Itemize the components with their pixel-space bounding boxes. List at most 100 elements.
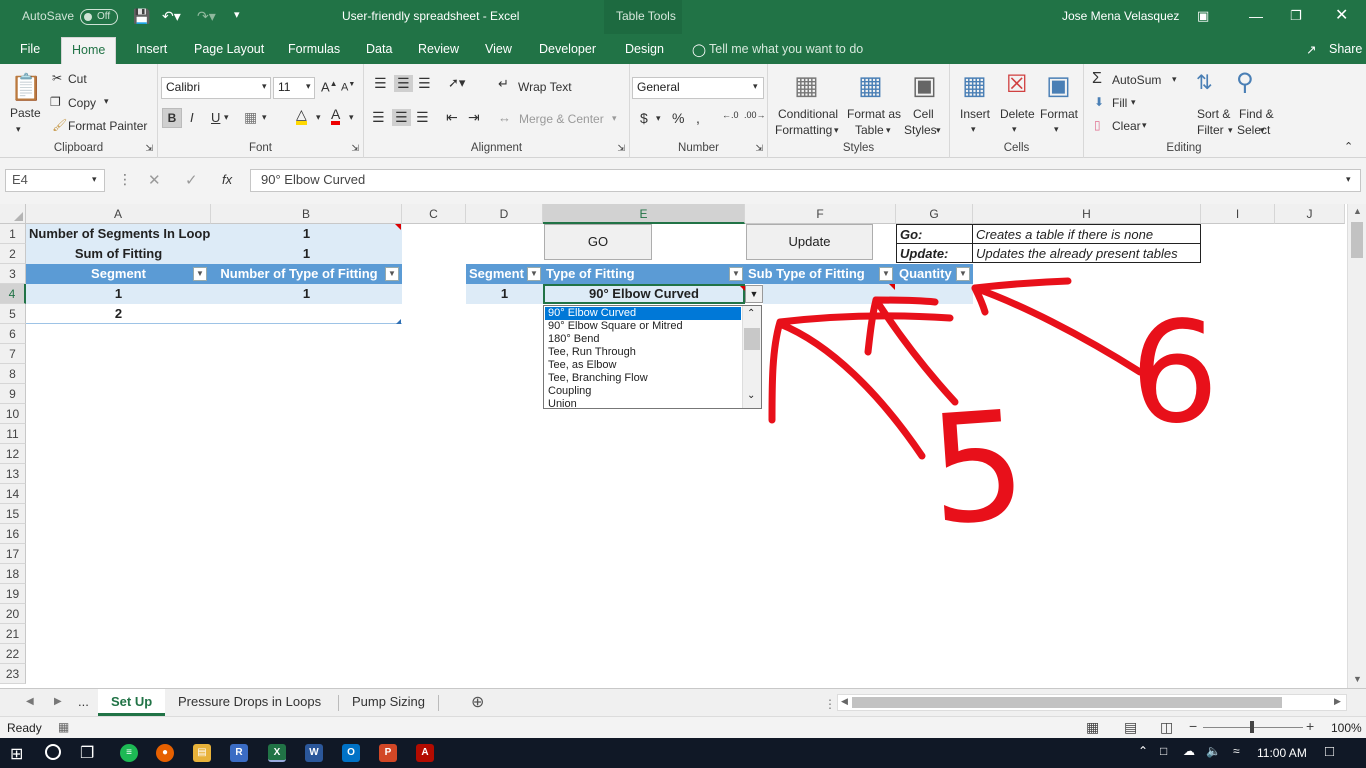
find-select-line1[interactable]: Find & bbox=[1239, 107, 1274, 121]
worksheet-grid[interactable]: A B C D E F G H I J 1 2 3 4 5 6 7 8 9 10… bbox=[0, 204, 1366, 688]
cut-icon[interactable]: ✂ bbox=[52, 71, 62, 85]
zoom-in-icon[interactable]: + bbox=[1306, 718, 1314, 734]
cut-button[interactable]: Cut bbox=[68, 72, 87, 86]
sheet-tab-pressure-drops[interactable]: Pressure Drops in Loops bbox=[178, 694, 321, 709]
customize-qat-icon[interactable]: ▾ bbox=[234, 8, 240, 21]
onedrive-icon[interactable]: ☁ bbox=[1183, 744, 1195, 758]
scroll-thumb[interactable] bbox=[1351, 222, 1363, 258]
clear-button[interactable]: Clear bbox=[1112, 119, 1141, 133]
number-format-box[interactable]: General bbox=[632, 77, 764, 99]
format-as-table-icon[interactable]: ▦ bbox=[858, 70, 883, 101]
more-sheets-button[interactable]: ... bbox=[78, 694, 89, 709]
format-painter-icon[interactable]: 🖌 bbox=[52, 118, 67, 132]
wrap-text-icon[interactable]: ↵ bbox=[498, 76, 509, 92]
normal-view-icon[interactable]: ▦ bbox=[1086, 719, 1099, 736]
format-as-table-dropdown-icon[interactable]: ▾ bbox=[886, 125, 891, 136]
cancel-icon[interactable]: ✕ bbox=[148, 171, 161, 189]
enter-icon[interactable]: ✓ bbox=[185, 171, 198, 189]
clear-dropdown-icon[interactable]: ▾ bbox=[1142, 120, 1147, 131]
powerpoint-icon[interactable]: P bbox=[379, 744, 397, 762]
excel-taskbar-icon[interactable]: X bbox=[268, 744, 286, 762]
font-name-box[interactable]: Calibri bbox=[161, 77, 271, 99]
tab-developer[interactable]: Developer bbox=[539, 42, 596, 56]
align-right-icon[interactable]: ☰ bbox=[416, 109, 429, 126]
find-select-line2[interactable]: Select bbox=[1237, 123, 1270, 137]
fill-dropdown-icon[interactable]: ▾ bbox=[1131, 97, 1136, 108]
sort-filter-line1[interactable]: Sort & bbox=[1197, 107, 1230, 121]
align-top-icon[interactable]: ☰ bbox=[374, 75, 387, 92]
name-box[interactable]: E4 bbox=[5, 169, 105, 192]
dialog-launcher-icon[interactable]: ⇲ bbox=[617, 143, 625, 154]
autosum-button[interactable]: AutoSum bbox=[1112, 73, 1161, 87]
sort-filter-line2[interactable]: Filter bbox=[1197, 123, 1224, 137]
restore-icon[interactable]: ❐ bbox=[1290, 8, 1302, 24]
cell-styles-line1[interactable]: Cell bbox=[913, 107, 934, 121]
macro-record-icon[interactable]: ▦ bbox=[58, 720, 69, 734]
autosum-icon[interactable]: Σ bbox=[1092, 70, 1102, 88]
tell-me-box[interactable]: Tell me what you want to do bbox=[709, 42, 863, 56]
cell-styles-dropdown-icon[interactable]: ▾ bbox=[936, 125, 941, 136]
orientation-icon[interactable]: ➚▾ bbox=[448, 75, 465, 91]
decrease-decimal-icon[interactable]: .00→ bbox=[744, 110, 766, 120]
merge-icon[interactable]: ↔ bbox=[498, 110, 511, 125]
dialog-launcher-icon[interactable]: ⇲ bbox=[755, 143, 763, 154]
copy-icon[interactable]: ❐ bbox=[50, 95, 61, 109]
tab-file[interactable]: File bbox=[20, 42, 40, 56]
tab-home[interactable]: Home bbox=[61, 37, 117, 64]
underline-button[interactable]: U bbox=[211, 110, 220, 125]
merge-dropdown-icon[interactable]: ▾ bbox=[612, 113, 617, 124]
scroll-up-icon[interactable]: ▲ bbox=[1353, 206, 1362, 216]
autosave-toggle[interactable]: Off bbox=[80, 9, 118, 25]
paste-dropdown-icon[interactable]: ▾ bbox=[16, 124, 21, 135]
horizontal-scrollbar[interactable]: ◀ ▶ bbox=[837, 694, 1347, 711]
fill-button[interactable]: Fill bbox=[1112, 96, 1127, 110]
copy-button[interactable]: Copy bbox=[68, 96, 96, 110]
tab-page-layout[interactable]: Page Layout bbox=[194, 42, 264, 56]
word-icon[interactable]: W bbox=[305, 744, 323, 762]
decrease-indent-icon[interactable]: ⇤ bbox=[446, 109, 458, 126]
cell-styles-line2[interactable]: Styles bbox=[904, 123, 937, 137]
format-painter-button[interactable]: Format Painter bbox=[68, 119, 147, 133]
format-cells-button[interactable]: Format bbox=[1040, 107, 1078, 121]
share-button[interactable]: Share bbox=[1329, 42, 1362, 56]
paste-button[interactable]: Paste bbox=[10, 106, 41, 120]
scroll-right-icon[interactable]: ▶ bbox=[1334, 696, 1341, 707]
copy-dropdown-icon[interactable]: ▾ bbox=[104, 96, 109, 107]
conditional-formatting-line2[interactable]: Formatting bbox=[775, 123, 832, 137]
conditional-formatting-line1[interactable]: Conditional bbox=[778, 107, 838, 121]
delete-dropdown-icon[interactable]: ▾ bbox=[1012, 124, 1017, 135]
font-size-dropdown-icon[interactable]: ▾ bbox=[306, 81, 311, 92]
borders-dropdown-icon[interactable]: ▾ bbox=[262, 112, 267, 123]
underline-dropdown-icon[interactable]: ▾ bbox=[224, 112, 229, 123]
tab-review[interactable]: Review bbox=[418, 42, 459, 56]
split-handle-icon[interactable]: ⋮ bbox=[824, 697, 836, 711]
currency-dropdown-icon[interactable]: ▾ bbox=[656, 113, 661, 124]
save-icon[interactable]: 💾 bbox=[133, 8, 150, 25]
sort-filter-icon[interactable]: ⇅ bbox=[1196, 70, 1213, 95]
file-explorer-icon[interactable]: ▤ bbox=[193, 744, 211, 762]
insert-cells-button[interactable]: Insert bbox=[960, 107, 990, 121]
fill-icon[interactable]: ⬇ bbox=[1094, 95, 1104, 109]
tab-view[interactable]: View bbox=[485, 42, 512, 56]
start-icon[interactable]: ⊞ bbox=[10, 744, 23, 764]
eraser-icon[interactable]: ▯ bbox=[1094, 118, 1101, 132]
align-middle-icon[interactable]: ☰ bbox=[394, 75, 413, 92]
zoom-slider-thumb[interactable] bbox=[1250, 721, 1254, 733]
firefox-icon[interactable]: ● bbox=[156, 744, 174, 762]
merge-center-button[interactable]: Merge & Center bbox=[519, 112, 604, 126]
cortana-icon[interactable] bbox=[45, 744, 61, 760]
font-color-icon[interactable]: A bbox=[331, 107, 341, 125]
format-cells-icon[interactable]: ▣ bbox=[1046, 70, 1071, 101]
share-icon[interactable]: ↗ bbox=[1306, 42, 1316, 57]
close-icon[interactable]: ✕ bbox=[1335, 5, 1348, 25]
delete-cells-icon[interactable]: ☒ bbox=[1006, 70, 1028, 99]
wrap-text-button[interactable]: Wrap Text bbox=[518, 80, 572, 94]
fill-color-dropdown-icon[interactable]: ▾ bbox=[316, 112, 321, 123]
zoom-out-icon[interactable]: − bbox=[1189, 718, 1197, 734]
next-sheet-icon[interactable]: ▶ bbox=[54, 696, 62, 707]
page-layout-view-icon[interactable]: ▤ bbox=[1124, 719, 1137, 736]
sheet-tab-set-up[interactable]: Set Up bbox=[98, 689, 166, 716]
insert-cells-icon[interactable]: ▦ bbox=[962, 70, 987, 101]
paste-icon[interactable]: 📋 bbox=[10, 72, 42, 103]
scroll-thumb[interactable] bbox=[852, 697, 1282, 708]
